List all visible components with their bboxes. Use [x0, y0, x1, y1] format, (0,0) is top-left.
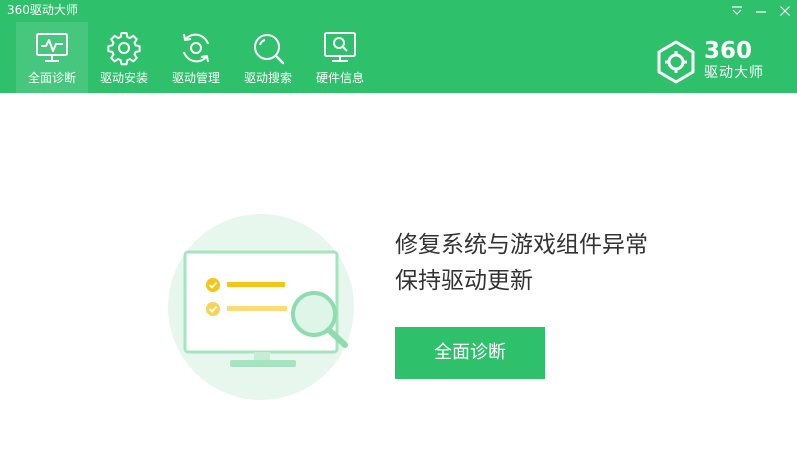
minimize-icon — [756, 11, 766, 13]
nav-full-diagnosis[interactable]: 全面诊断 — [16, 22, 88, 93]
nav-driver-install[interactable]: 驱动安装 — [88, 22, 160, 93]
nav-label: 驱动安装 — [99, 71, 148, 85]
nav-hardware-info[interactable]: 硬件信息 — [304, 22, 376, 93]
nav-label: 全面诊断 — [27, 71, 76, 85]
headline-line2: 保持驱动更新 — [395, 268, 533, 294]
svg-text:360: 360 — [704, 38, 752, 62]
headline-line1: 修复系统与游戏组件异常 — [395, 232, 648, 258]
nav-label: 硬件信息 — [315, 71, 364, 85]
refresh-gear-icon — [183, 33, 209, 63]
monitor-pulse-icon — [36, 33, 68, 62]
search-icon — [254, 34, 285, 65]
main-nav: 全面诊断 驱动安装 驱动管理 驱动搜索 硬件信息 — [16, 22, 376, 93]
nav-label: 驱动管理 — [171, 71, 220, 85]
close-button[interactable] — [773, 0, 797, 22]
nav-driver-search[interactable]: 驱动搜索 — [232, 22, 304, 93]
close-icon — [780, 6, 790, 16]
brand-logo: 360 驱动大师 — [654, 38, 782, 84]
logo-360-text: 360 — [704, 38, 752, 62]
monitor-diagnosis-illustration — [168, 214, 354, 400]
brand-name: 驱动大师 — [704, 65, 764, 81]
full-diagnosis-button[interactable]: 全面诊断 — [395, 327, 545, 379]
top-header: 360驱动大师 全面诊断 驱动安装 驱动管理 驱动搜索 硬件信息 360 驱动大… — [0, 0, 797, 93]
minimize-button[interactable] — [749, 0, 773, 22]
nav-label: 驱动搜索 — [243, 71, 292, 85]
window-controls — [725, 0, 797, 22]
monitor-search-icon — [324, 32, 356, 62]
hexagon-gear-logo-icon — [657, 40, 695, 84]
menu-button[interactable] — [725, 0, 749, 22]
dropdown-menu-icon — [732, 6, 742, 15]
window-title: 360驱动大师 — [7, 3, 78, 17]
gear-icon — [107, 32, 141, 66]
nav-driver-manage[interactable]: 驱动管理 — [160, 22, 232, 93]
